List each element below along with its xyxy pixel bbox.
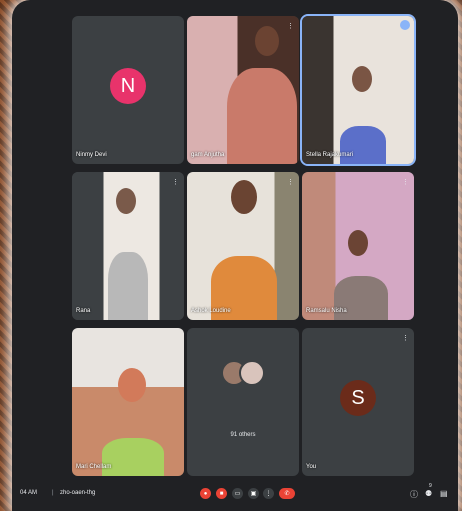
participant-face	[352, 66, 372, 92]
participant-tile-1[interactable]: N Ninmy Devi	[72, 16, 184, 164]
participant-body	[340, 126, 386, 164]
present-icon[interactable]: ▣	[248, 488, 259, 499]
participant-face	[118, 368, 146, 402]
participant-body	[108, 252, 148, 320]
participant-face	[348, 230, 368, 256]
more-options-icon[interactable]: ⋮	[263, 488, 274, 499]
participant-name: Stella Rajakumari	[306, 152, 354, 158]
participant-avatar: N	[110, 68, 146, 104]
participant-name: Ninmy Devi	[76, 152, 107, 158]
more-icon[interactable]: ⋮	[287, 22, 294, 30]
hangup-icon[interactable]: ✆	[279, 488, 295, 499]
participant-name: You	[306, 464, 317, 470]
others-count-label: 91 others	[230, 432, 256, 438]
participant-tile-9[interactable]: S ⋮ You	[302, 328, 414, 476]
avatar	[239, 360, 265, 386]
participant-name: Ashok Loudine	[191, 308, 231, 314]
more-icon[interactable]: ⋮	[402, 178, 409, 186]
participant-name: Ramsalu Nisha	[306, 308, 347, 314]
bottom-toolbar: 04 AM | zho-oaen-thg ● ■ ▭ ▣ ⋮ ✆ ⓘ ⚉ 9 ▤	[12, 480, 458, 511]
participant-name: gam Anjutha	[191, 152, 225, 158]
participant-tile-5[interactable]: ⋮ Ashok Loudine	[187, 172, 299, 320]
participant-count-badge: 9	[429, 483, 432, 489]
others-avatars	[221, 360, 267, 388]
meeting-window: N Ninmy Devi ⋮ gam Anjutha Stella Rajaku…	[12, 0, 458, 511]
participant-face	[116, 188, 136, 214]
more-icon[interactable]: ⋮	[402, 334, 409, 342]
participant-name: Rana	[76, 308, 91, 314]
participant-tile-3[interactable]: Stella Rajakumari	[300, 14, 416, 166]
separator: |	[52, 490, 54, 496]
chat-icon[interactable]: ▤	[440, 489, 448, 498]
participant-tile-6[interactable]: ⋮ Ramsalu Nisha	[302, 172, 414, 320]
participant-tile-2[interactable]: ⋮ gam Anjutha	[187, 16, 299, 164]
meeting-code: zho-oaen-thg	[60, 490, 96, 496]
participant-face	[255, 26, 279, 56]
pin-icon[interactable]	[400, 20, 410, 30]
participant-name: Mari Chellam	[76, 464, 112, 470]
meeting-time: 04 AM	[20, 490, 38, 496]
captions-icon[interactable]: ▭	[232, 488, 243, 499]
participant-body	[227, 68, 297, 164]
participant-tile-4[interactable]: ⋮ Rana	[72, 172, 184, 320]
more-icon[interactable]: ⋮	[287, 178, 294, 186]
participant-face	[231, 180, 257, 214]
camera-off-icon[interactable]: ■	[216, 488, 227, 499]
participant-body	[102, 438, 164, 476]
info-icon[interactable]: ⓘ	[410, 489, 418, 500]
people-icon[interactable]: ⚉	[425, 489, 432, 498]
participant-tile-8[interactable]: 91 others	[187, 328, 299, 476]
more-icon[interactable]: ⋮	[172, 178, 179, 186]
participant-tile-7[interactable]: Mari Chellam	[72, 328, 184, 476]
self-avatar: S	[340, 380, 376, 416]
participant-grid: N Ninmy Devi ⋮ gam Anjutha Stella Rajaku…	[12, 0, 458, 480]
mic-off-icon[interactable]: ●	[200, 488, 211, 499]
